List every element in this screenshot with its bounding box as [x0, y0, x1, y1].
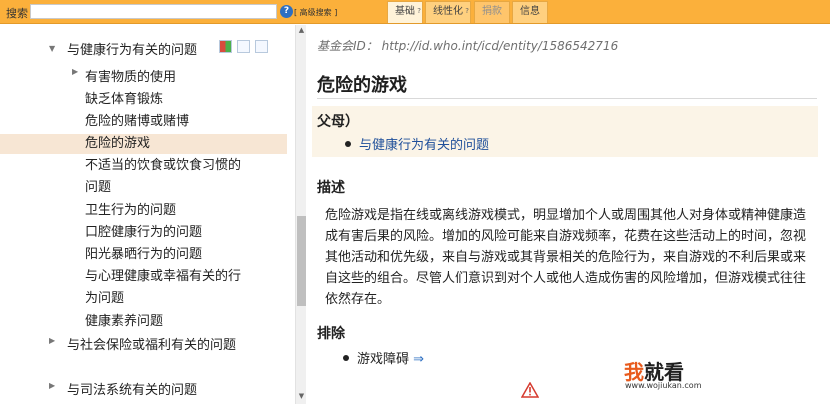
tab-donate-label: 捐款 [482, 6, 502, 17]
tree-item-social-insurance[interactable]: 与社会保险或福利有关的问题 [67, 336, 236, 356]
description-heading: 描述 [317, 180, 345, 196]
foundation-uri: 基金会ID： http://id.who.int/icd/entity/1586… [317, 39, 619, 53]
tree-item-sun-exposure[interactable]: 阳光暴晒行为的问题 [85, 245, 202, 265]
tab-linearization[interactable]: 线性化 ? [425, 1, 471, 23]
parent-heading: 父母） [317, 114, 359, 130]
description-text: 危险游戏是指在线或离线游戏模式，明显增加个人或周围其他人对身体或精神健康造成有害… [325, 208, 807, 307]
tree-item-legal-system[interactable]: 与司法系统有关的问题 [67, 381, 197, 401]
entity-detail-panel: 基金会ID： http://id.who.int/icd/entity/1586… [307, 25, 830, 404]
tab-linearization-help-icon: ? [465, 7, 469, 15]
tree-item-substance-use[interactable]: 有害物质的使用 [85, 68, 176, 88]
tab-donate[interactable]: 捐款 [474, 1, 510, 23]
title-divider [317, 98, 817, 99]
tree-item-health-behaviour[interactable]: 与健康行为有关的问题 [67, 41, 197, 61]
tab-linearization-label: 线性化 [433, 6, 463, 17]
collapsed-arrow-icon[interactable]: ▶ [72, 67, 78, 76]
tab-info[interactable]: 信息 [512, 1, 548, 23]
parent-link[interactable]: 与健康行为有关的问题 [359, 134, 489, 153]
page-title: 危险的游戏 [317, 75, 407, 96]
exclusion-item[interactable]: 游戏障碍 ⇒ [357, 348, 424, 367]
tree-panel: ▼ 与健康行为有关的问题 ▶ 有害物质的使用 缺乏体育锻炼 危险的赌博或赌博 危… [0, 25, 306, 404]
tree-item-oral-health[interactable]: 口腔健康行为的问题 [85, 223, 202, 243]
search-label: 搜索 [6, 7, 28, 20]
exclusion-bullet [343, 355, 349, 361]
tree-item-hazardous-gaming[interactable]: 危险的游戏 [0, 134, 287, 154]
top-toolbar: 搜索 ? [ 高级搜索 ] 基础 ? 线性化 ? 捐款 信息 [0, 0, 830, 24]
scroll-thumb[interactable] [297, 216, 306, 306]
scroll-down-icon[interactable]: ▼ [297, 392, 306, 400]
tab-info-label: 信息 [520, 6, 540, 17]
search-input[interactable] [30, 4, 277, 19]
tree-item-hazardous-gambling[interactable]: 危险的赌博或赌博 [85, 112, 189, 132]
tree-item-physical-inactivity[interactable]: 缺乏体育锻炼 [85, 90, 163, 110]
copy-icon[interactable] [237, 40, 250, 53]
tree-item-mental-health[interactable]: 与心理健康或幸福有关的行 [85, 267, 241, 287]
expanded-arrow-icon[interactable]: ▼ [49, 44, 55, 53]
tree-item-mental-health-continued[interactable]: 为问题 [85, 289, 124, 309]
parent-bullet [345, 141, 351, 147]
collapsed-arrow-icon[interactable]: ▶ [49, 381, 55, 390]
tab-basic-label: 基础 [395, 6, 415, 17]
tree-item-hygiene[interactable]: 卫生行为的问题 [85, 201, 176, 221]
tab-basic[interactable]: 基础 ? [387, 1, 423, 23]
network-icon[interactable] [255, 40, 268, 53]
parent-section: 父母） 与健康行为有关的问题 [312, 106, 818, 157]
exclusion-heading: 排除 [317, 326, 345, 342]
exclusion-item-label: 游戏障碍 [357, 352, 410, 367]
scroll-up-icon[interactable]: ▲ [297, 26, 306, 34]
tree-scrollbar[interactable]: ▲ ▼ [295, 25, 306, 404]
tree-item-diet-problem-continued[interactable]: 问题 [85, 178, 111, 198]
color-grid-icon[interactable] [219, 40, 232, 53]
tree-item-health-literacy[interactable]: 健康素养问题 [85, 312, 163, 332]
collapsed-arrow-icon[interactable]: ▶ [49, 336, 55, 345]
warning-icon [521, 382, 539, 398]
help-icon[interactable]: ? [280, 5, 293, 18]
advanced-search-link[interactable]: [ 高级搜索 ] [294, 7, 337, 18]
tree-item-diet-problem[interactable]: 不适当的饮食或饮食习惯的 [85, 156, 241, 176]
tab-basic-help-icon: ? [417, 7, 421, 15]
watermark-url: www.wojiukan.com [625, 381, 702, 390]
link-arrow-icon[interactable]: ⇒ [413, 352, 424, 367]
